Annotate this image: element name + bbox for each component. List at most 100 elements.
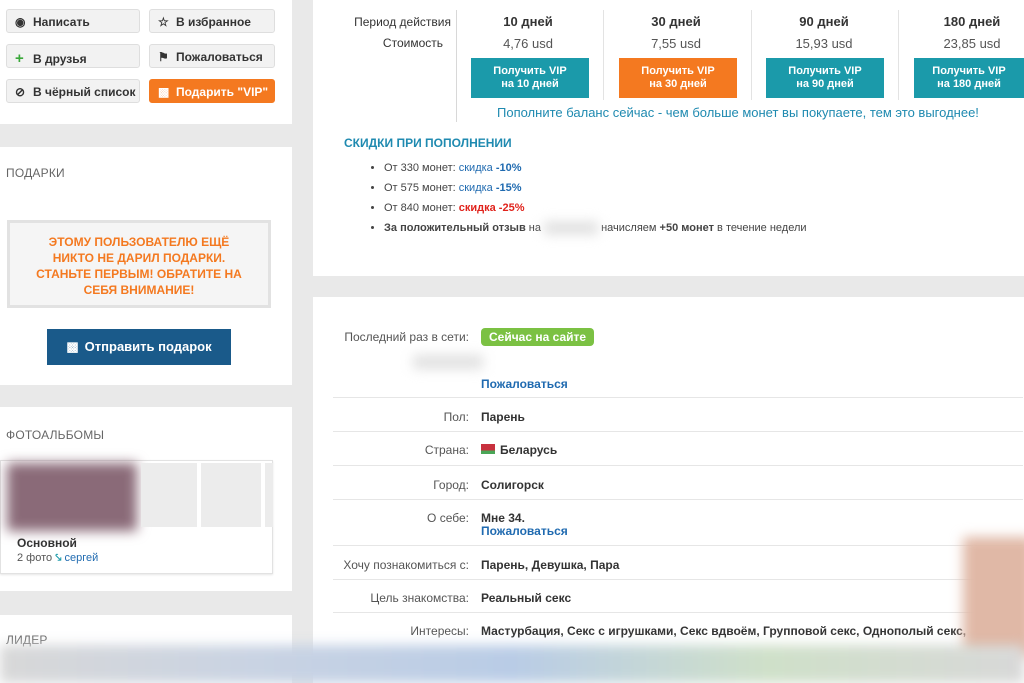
get-vip-90-button[interactable]: Получить VIP на 90 дней [766,58,884,98]
divider [333,612,1023,613]
album-meta: 2 фото ⤥ сергей [17,552,98,565]
discounts-list: От 330 монет: скидка -10% От 575 монет: … [344,162,944,242]
review-on: на [528,222,541,234]
divider [333,431,1023,432]
gift-icon: ▩ [66,339,79,354]
last-seen-label: Последний раз в сети: [344,330,469,344]
divider [333,579,1023,580]
gifts-notice-text: ЭТОМУ ПОЛЬЗОВАТЕЛЮ ЕЩЁ НИКТО НЕ ДАРИЛ ПО… [36,235,242,297]
plus-icon: + [15,50,24,67]
album-thumb-4 [265,463,273,527]
blurred-footer-strip [0,645,1024,683]
about-value: Мне 34. [481,511,525,525]
write-button[interactable]: ◉ Написать [6,9,140,33]
gift-vip-button[interactable]: ▩ Подарить "VIP" [149,79,275,103]
divider [333,545,1023,546]
plan-180: 180 дней 23,85 usd [907,14,1024,51]
blurred-site-name [544,222,599,235]
vip-panel: Период действия Стоимость 10 дней 4,76 u… [313,0,1024,276]
discount-pct: -15% [495,182,522,194]
plan-days: 180 дней [943,14,1001,29]
btn-line-1: Получить VIP [788,65,862,77]
vip-labels: Период действия Стоимость [333,15,451,50]
country-value: Беларусь [500,443,558,457]
send-gift-button[interactable]: ▩ Отправить подарок [47,329,231,365]
about-label: О себе: [427,511,469,525]
discount-pct: -25% [498,202,525,214]
album-cover-image[interactable] [7,463,137,531]
plan-price: 4,76 usd [503,36,553,51]
review-coins: +50 монет [659,222,714,234]
album-name[interactable]: Основной [17,536,77,550]
vip-divider-1 [456,10,457,122]
get-vip-10-button[interactable]: Получить VIP на 10 дней [471,58,589,98]
btn-line-1: Получить VIP [493,65,567,77]
blacklist-button[interactable]: ⊘ В чёрный список [6,79,140,103]
vip-divider-4 [898,10,899,100]
plan-30: 30 дней 7,55 usd [611,14,741,51]
discount-prefix: От 840 монет: [384,202,456,214]
favorite-button[interactable]: ☆ В избранное [149,9,275,33]
albums-title: ФОТОАЛЬБОМЫ [6,428,105,442]
discount-item: От 840 монет: скидка -25% [384,202,944,222]
discount-word: скидка [458,182,493,194]
topup-link[interactable]: Пополните баланс сейчас - чем больше мон… [497,105,979,120]
cost-label: Стоимость [382,36,443,50]
get-vip-30-button[interactable]: Получить VIP на 30 дней [619,58,737,98]
write-label: Написать [33,15,90,29]
get-vip-180-button[interactable]: Получить VIP на 180 дней [914,58,1024,98]
discount-pct: -10% [495,162,522,174]
btn-line-2: на 10 дней [501,78,559,90]
plan-days: 30 дней [651,14,701,29]
btn-line-1: Получить VIP [641,65,715,77]
goal-value: Реальный секс [481,591,572,605]
discounts-title: СКИДКИ ПРИ ПОПОЛНЕНИИ [344,136,512,150]
discount-word: скидка [458,202,496,214]
report-profile-link[interactable]: Пожаловаться [481,377,568,391]
plan-days: 90 дней [799,14,849,29]
seeking-value: Парень, Девушка, Пара [481,558,620,572]
divider [333,397,1023,398]
gifts-notice: ЭТОМУ ПОЛЬЗОВАТЕЛЮ ЕЩЁ НИКТО НЕ ДАРИЛ ПО… [7,220,271,308]
discount-item: От 330 монет: скидка -10% [384,162,944,182]
add-friend-button[interactable]: + В друзья [6,44,140,68]
send-gift-label: Отправить подарок [84,339,212,354]
gender-label: Пол: [443,410,469,424]
ban-icon: ⊘ [15,85,26,99]
gifts-title: ПОДАРКИ [6,166,65,180]
report-button[interactable]: ⚑ Пожаловаться [149,44,275,68]
plan-price: 15,93 usd [795,36,853,51]
btn-line-2: на 90 дней [796,78,854,90]
vip-divider-3 [751,10,752,100]
discount-prefix: От 575 монет: [384,182,456,194]
btn-line-2: на 30 дней [649,78,707,90]
add-friend-label: В друзья [33,52,87,66]
gifts-panel: ПОДАРКИ ЭТОМУ ПОЛЬЗОВАТЕЛЮ ЕЩЁ НИКТО НЕ … [0,147,292,385]
city-label: Город: [433,478,469,492]
album-card[interactable]: Основной 2 фото ⤥ сергей [0,460,273,574]
about-report-link[interactable]: Пожаловаться [481,524,568,538]
review-tail: в течение недели [717,222,807,234]
review-bonus-item: За положительный отзыв на начисляем +50 … [384,222,944,242]
plan-10: 10 дней 4,76 usd [463,14,593,51]
favorite-label: В избранное [176,15,251,29]
interests-label: Интересы: [410,624,469,638]
gift-vip-label: Подарить "VIP" [176,85,269,99]
album-photo-count: 2 фото [17,552,53,564]
plan-price: 7,55 usd [651,36,701,51]
vip-divider-2 [603,10,604,100]
blurred-side-image [963,537,1024,657]
review-bold: За положительный отзыв [384,222,526,234]
discount-prefix: От 330 монет: [384,162,456,174]
review-mid: начисляем [601,222,657,234]
plan-90: 90 дней 15,93 usd [759,14,889,51]
star-icon: ☆ [158,15,169,29]
album-owner[interactable]: сергей [64,552,98,564]
plan-price: 23,85 usd [943,36,1001,51]
owner-icon: ⤥ [55,552,62,564]
flag-icon: ⚑ [158,50,169,64]
online-badge: Сейчас на сайте [481,328,595,346]
blurred-username [413,355,483,369]
speech-bubble-icon: ◉ [15,15,26,29]
btn-line-2: на 180 дней [937,78,1001,90]
